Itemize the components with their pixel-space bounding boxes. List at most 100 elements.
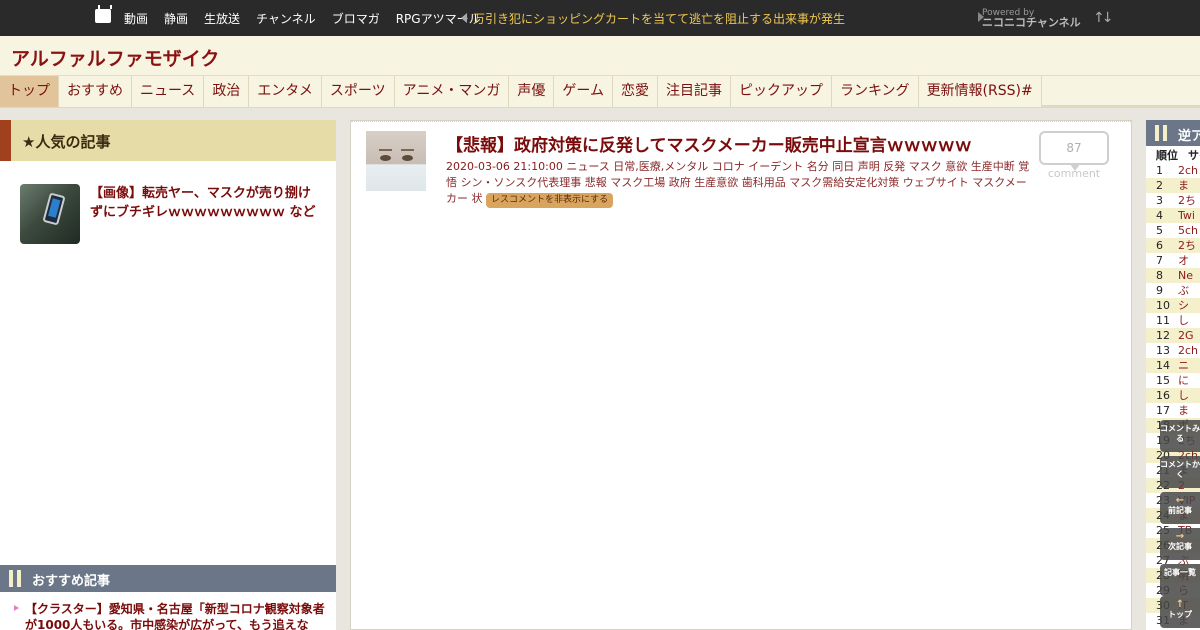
tab-featured[interactable]: 注目記事 [657, 76, 731, 107]
recommended-article-item[interactable]: 【クラスター】愛知県・名古屋「新型コロナ観察対象者が1000人もいる。市中感染が… [14, 601, 330, 630]
hide-comments-button[interactable]: レスコメントを非表示にする [486, 193, 614, 208]
ranking-row[interactable]: 13 2ch [1146, 343, 1200, 358]
ranking-site[interactable]: 2G [1178, 328, 1200, 343]
see-comments-button[interactable]: コメントみる [1160, 420, 1200, 452]
news-ticker[interactable]: 万引き犯にショッピングカートを当てて逃亡を阻止する出来事が発生 [461, 10, 845, 27]
back-to-top-button[interactable]: ↑ トップ [1160, 596, 1200, 628]
smartphone-thumbnail[interactable] [20, 184, 80, 244]
ranking-site[interactable]: Ne [1178, 268, 1200, 283]
comment-counter[interactable]: 87 comment [1039, 131, 1109, 180]
niconico-top-bar: 動画 静画 生放送 チャンネル ブロマガ RPGアツマール 万引き犯にショッピン… [0, 0, 1200, 36]
ranking-row[interactable]: 15 に [1146, 373, 1200, 388]
ranking-site[interactable]: ぶ [1178, 283, 1200, 298]
site-title[interactable]: アルファルファモザイク [11, 44, 219, 71]
pause-bars-icon [1155, 125, 1167, 141]
ranking-row[interactable]: 16 し [1146, 388, 1200, 403]
ranking-number: 5 [1156, 224, 1163, 237]
masked-face-thumbnail[interactable] [366, 131, 426, 191]
write-comment-label: コメントかく [1160, 460, 1200, 479]
ranking-row[interactable]: 4 Twi [1146, 208, 1200, 223]
sort-arrows-icon[interactable]: ↑↓ [1093, 10, 1114, 26]
popular-articles-heading: ★人気の記事 [0, 120, 336, 161]
ranking-site[interactable]: 2ch [1178, 343, 1200, 358]
ranking-row[interactable]: 11 し [1146, 313, 1200, 328]
ranking-row[interactable]: 9ぶ [1146, 283, 1200, 298]
brow-right [401, 149, 414, 151]
tab-recommend[interactable]: おすすめ [59, 76, 132, 107]
ranking-row[interactable]: 8 Ne [1146, 268, 1200, 283]
article-list-button[interactable]: 記事一覧 [1160, 564, 1200, 596]
ranking-site[interactable]: Twi [1178, 208, 1200, 223]
tab-love[interactable]: 恋愛 [612, 76, 658, 107]
ranking-site[interactable]: ま [1178, 403, 1200, 418]
top-nav: 動画 静画 生放送 チャンネル ブロマガ RPGアツマール [124, 10, 497, 27]
ranking-site[interactable]: 2ち [1178, 193, 1200, 208]
recommended-article-title[interactable]: 【クラスター】愛知県・名古屋「新型コロナ観察対象者が1000人もいる。市中感染が… [14, 601, 330, 630]
ranking-number: 16 [1146, 388, 1178, 403]
powered-by[interactable]: Powered by ニコニコチャンネル [978, 8, 1081, 28]
ranking-number: 6 [1146, 238, 1178, 253]
ranking-row[interactable]: 17 ま [1146, 403, 1200, 418]
popular-article-title[interactable]: 【画像】転売ヤー、マスクが売り捌けずにブチギレｗｗｗｗｗｗｗｗｗ など [90, 184, 320, 222]
tab-top[interactable]: トップ [0, 76, 59, 107]
ranking-number: 8 [1146, 268, 1178, 283]
arrow-up-icon: ↑ [1175, 599, 1185, 610]
popular-heading-text: ★人気の記事 [22, 133, 111, 151]
triangle-bullet-icon [14, 605, 19, 611]
ranking-row[interactable]: 3 2ち [1146, 193, 1200, 208]
global-nav: トップ おすすめ ニュース 政治 エンタメ スポーツ アニメ・マンガ 声優 ゲー… [0, 76, 1200, 108]
see-comments-label: コメントみる [1160, 424, 1200, 443]
ranking-row[interactable]: 5 5ch [1146, 223, 1200, 238]
top-nav-live[interactable]: 生放送 [204, 10, 240, 27]
top-nav-seiga[interactable]: 静画 [164, 10, 188, 27]
ranking-site[interactable]: オ [1178, 253, 1200, 268]
site-header: アルファルファモザイク [0, 36, 1200, 76]
recommend-heading-text: おすすめ記事 [32, 574, 111, 589]
ranking-heading-text: 逆アクセスランキング [1178, 129, 1200, 144]
prev-article-button[interactable]: ← 前記事 [1160, 492, 1200, 524]
top-nav-douga[interactable]: 動画 [124, 10, 148, 27]
tab-ranking[interactable]: ランキング [831, 76, 919, 107]
ranking-site[interactable]: 2ち [1178, 238, 1200, 253]
ranking-number: 7 [1156, 254, 1163, 267]
ranking-row[interactable]: 7オ [1146, 253, 1200, 268]
arrow-left-icon: ← [1175, 495, 1185, 506]
ranking-site[interactable]: シ [1178, 298, 1200, 313]
top-nav-blomaga[interactable]: ブロマガ [332, 10, 380, 27]
tab-rss[interactable]: 更新情報(RSS)# [918, 76, 1042, 107]
tab-sports[interactable]: スポーツ [321, 76, 395, 107]
main-content: 【悲報】政府対策に反発してマスクメーカー販売中止宣言ｗｗｗｗｗ 2020-03-… [350, 120, 1132, 630]
ranking-row[interactable]: 6 2ち [1146, 238, 1200, 253]
article-entry: 【悲報】政府対策に反発してマスクメーカー販売中止宣言ｗｗｗｗｗ 2020-03-… [366, 131, 1121, 221]
ranking-number: 9 [1156, 284, 1163, 297]
tab-game[interactable]: ゲーム [554, 76, 613, 107]
tab-politics[interactable]: 政治 [204, 76, 250, 107]
article-headline[interactable]: 【悲報】政府対策に反発してマスクメーカー販売中止宣言ｗｗｗｗｗ [446, 131, 1031, 156]
tab-news[interactable]: ニュース [132, 76, 205, 107]
ranking-site[interactable]: 2ch [1178, 163, 1200, 178]
ranking-site[interactable]: ま [1178, 178, 1200, 193]
ranking-number: 14 [1146, 358, 1178, 373]
tab-anime-manga[interactable]: アニメ・マンガ [394, 76, 510, 107]
tab-voice-actor[interactable]: 声優 [509, 76, 555, 107]
write-comment-button[interactable]: コメントかく [1160, 456, 1200, 488]
ranking-row[interactable]: 2ま [1146, 178, 1200, 193]
ranking-row[interactable]: 10 シ [1146, 298, 1200, 313]
news-ticker-text[interactable]: 万引き犯にショッピングカートを当てて逃亡を阻止する出来事が発生 [473, 12, 845, 26]
ranking-site[interactable]: し [1178, 388, 1200, 403]
ranking-site[interactable]: 5ch [1178, 223, 1200, 238]
next-article-button[interactable]: → 次記事 [1160, 528, 1200, 560]
comment-bubble-icon[interactable]: 87 [1039, 131, 1109, 171]
ranking-row[interactable]: 12 2G [1146, 328, 1200, 343]
recommended-articles-heading: おすすめ記事 [0, 565, 336, 592]
ranking-site[interactable]: に [1178, 373, 1200, 388]
niconico-channel-logo[interactable]: ニコニコチャンネル [982, 17, 1081, 28]
niconico-tv-icon[interactable] [95, 9, 111, 23]
ranking-site[interactable]: ニ [1178, 358, 1200, 373]
tab-pickup[interactable]: ピックアップ [730, 76, 832, 107]
tab-entertainment[interactable]: エンタメ [249, 76, 322, 107]
ranking-row[interactable]: 1 2ch [1146, 163, 1200, 178]
top-nav-channel[interactable]: チャンネル [256, 10, 316, 27]
ranking-site[interactable]: し [1178, 313, 1200, 328]
ranking-row[interactable]: 14 ニ [1146, 358, 1200, 373]
